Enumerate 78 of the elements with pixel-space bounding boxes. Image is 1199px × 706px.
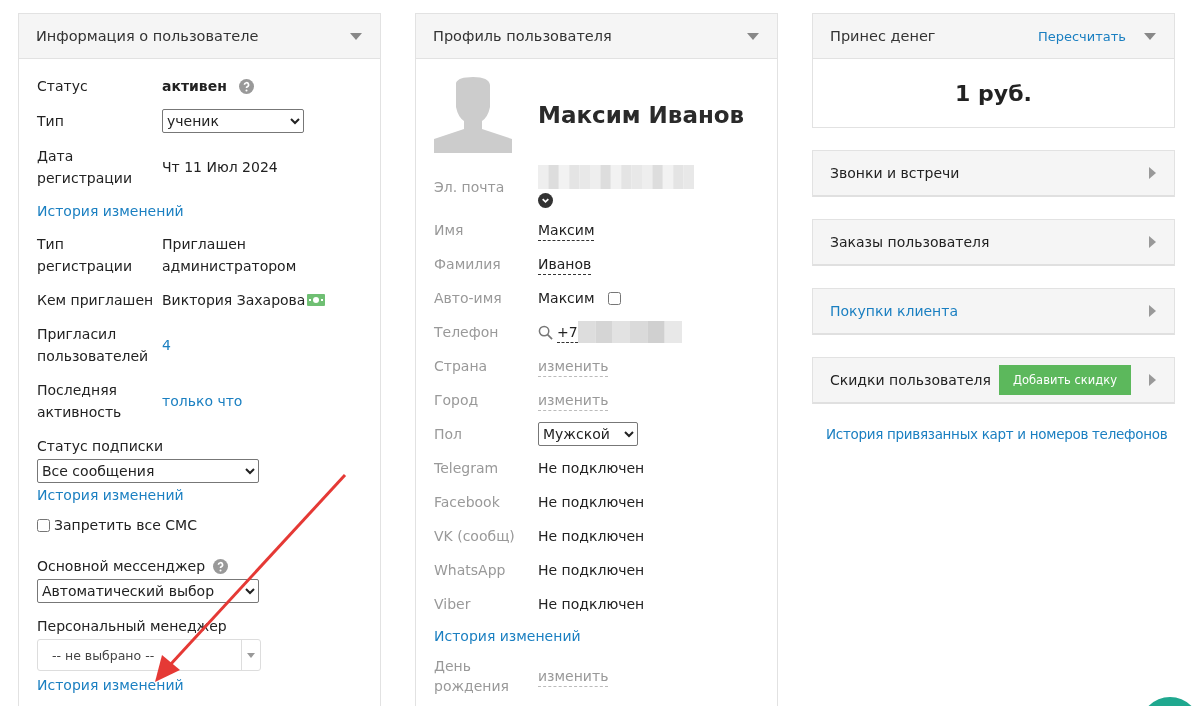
expand-arrow-icon[interactable]: [1149, 167, 1156, 179]
gender-select[interactable]: Мужской: [538, 422, 638, 446]
field-label: Пол: [434, 425, 464, 444]
recalculate-link[interactable]: Пересчитать: [1037, 28, 1126, 44]
expand-icon[interactable]: [538, 193, 553, 208]
field-value: Не подключен: [538, 493, 645, 512]
sms-checkbox[interactable]: Запретить все СМС: [37, 517, 362, 533]
dropdown[interactable]: Автоматический выбор: [37, 579, 259, 603]
field-label: Дата регистрации: [37, 147, 133, 188]
field-label: Фамилия: [434, 255, 502, 274]
collapse-icon[interactable]: [350, 32, 362, 40]
field-label: VK (сообщ): [434, 527, 516, 546]
history-link[interactable]: История изменений: [37, 485, 362, 505]
collapsed-section[interactable]: Покупки клиента: [812, 288, 1175, 335]
field-label: Последняя активность: [37, 381, 123, 422]
field-label: Статус: [37, 77, 89, 96]
field-value: Не подключен: [538, 527, 645, 546]
history-link[interactable]: История изменений: [37, 675, 362, 695]
field-label: Кем приглашен: [37, 291, 155, 310]
expand-arrow-icon[interactable]: [1149, 305, 1156, 317]
checkbox[interactable]: [37, 518, 50, 532]
field-label: Эл. почта: [434, 177, 506, 197]
field-link[interactable]: 4: [162, 334, 171, 356]
field-label: Тип: [37, 112, 65, 131]
panel-title: Информация о пользователе: [36, 28, 259, 44]
panel-title: Принес денег: [830, 28, 936, 44]
type-select[interactable]: ученик: [162, 109, 304, 133]
field-value: Не подключен: [538, 459, 645, 478]
field-label: Пригласил пользователей: [37, 325, 150, 366]
collapse-icon[interactable]: [1144, 32, 1156, 40]
field-link[interactable]: только что: [162, 390, 243, 412]
field-label: Телефон: [434, 323, 500, 342]
field-value: Чт 11 Июл 2024: [162, 158, 278, 177]
money-amount: 1 руб.: [955, 80, 1032, 106]
expand-arrow-icon[interactable]: [1149, 236, 1156, 248]
field-label: Страна: [434, 357, 489, 376]
field-label: Статус подписки: [37, 437, 163, 456]
editable-value[interactable]: Максим: [538, 219, 595, 241]
field-label: Имя: [434, 221, 465, 240]
field-label: Facebook: [434, 493, 501, 512]
field-value: Не подключен: [538, 595, 645, 614]
history-link[interactable]: История изменений: [434, 626, 759, 646]
cards-history-link[interactable]: История привязанных карт и номеров телефонов: [826, 426, 1199, 442]
field-label: Основной мессенджер: [37, 557, 206, 576]
field-value: Не подключен: [538, 561, 645, 580]
field-value: активен: [162, 77, 227, 96]
phone-number[interactable]: +7: [557, 321, 578, 343]
field-label: Авто-имя: [434, 289, 503, 308]
field-label: Город: [434, 391, 480, 410]
history-link[interactable]: История изменений: [37, 201, 362, 221]
panel-header[interactable]: Информация о пользователе: [19, 14, 380, 59]
user-name: Максим Иванов: [538, 102, 745, 128]
field-label: Telegram: [434, 459, 500, 478]
help-icon[interactable]: [238, 78, 254, 94]
panel-header[interactable]: Профиль пользователя: [416, 14, 777, 59]
section-title: Звонки и встречи: [830, 165, 960, 181]
collapsed-section[interactable]: Звонки и встречи: [812, 150, 1175, 197]
field-value: Виктория Захарова: [162, 291, 306, 310]
field-label: Viber: [434, 595, 472, 614]
collapsed-section[interactable]: Скидки пользователя Добавить скидку: [812, 357, 1175, 404]
collapsed-section[interactable]: Заказы пользователя: [812, 219, 1175, 266]
field-label: Тип регистрации: [37, 235, 133, 276]
field-value: Максим: [538, 289, 595, 308]
section-title: Скидки пользователя: [830, 372, 991, 388]
collapse-icon[interactable]: [747, 32, 759, 40]
help-icon[interactable]: [213, 558, 229, 574]
field-value: Приглашен администратором: [162, 235, 298, 276]
editable-value[interactable]: Иванов: [538, 253, 592, 275]
caret-icon: [247, 652, 255, 658]
panel-title: Профиль пользователя: [433, 28, 612, 44]
dropdown[interactable]: Все сообщения: [37, 459, 259, 483]
expand-arrow-icon[interactable]: [1149, 374, 1156, 386]
field-label: WhatsApp: [434, 561, 507, 580]
search-icon[interactable]: [538, 324, 553, 340]
section-title: Заказы пользователя: [830, 234, 990, 250]
field-label: День рождения: [434, 657, 511, 696]
section-title-link[interactable]: Покупки клиента: [830, 303, 958, 319]
auto-name-checkbox[interactable]: [608, 291, 622, 305]
